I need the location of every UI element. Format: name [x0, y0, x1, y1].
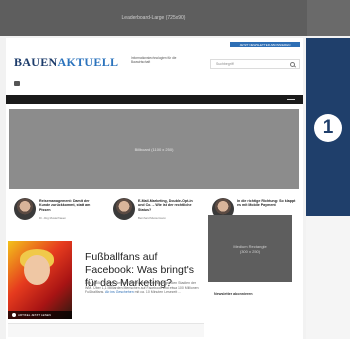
- billboard-ad[interactable]: Billboard (1100 x 250): [9, 109, 299, 189]
- leaderboard-ad[interactable]: Leaderboard-Large (725x90): [0, 0, 307, 36]
- teaser-author: Dr. Jörg Musterfrauen: [39, 216, 67, 220]
- main-navigation[interactable]: [6, 95, 303, 104]
- skyscraper-panel: 1: [306, 38, 350, 216]
- teaser-title[interactable]: E-Mail-Marketing, Double-Opt-in und Co. …: [138, 199, 200, 212]
- teaser-author: Bernhard Mustermann: [138, 216, 166, 220]
- site-tagline: Informationstechnologien für die Bauwirt…: [131, 56, 177, 64]
- website-frame: JETZT NEWSLETTER ABONNIEREN BAUENAKTUELL…: [6, 38, 303, 339]
- page: Leaderboard-Large (725x90) 1 JETZT NEWSL…: [0, 0, 350, 339]
- read-more-link[interactable]: Ab ins Geschehen: [105, 290, 134, 294]
- site-header: JETZT NEWSLETTER ABONNIEREN BAUENAKTUELL…: [6, 38, 303, 94]
- author-avatar: [14, 198, 36, 220]
- teaser-card[interactable]: Reisemanagement: Damit der Kunde zurückk…: [8, 194, 105, 234]
- top-right-strip: [307, 0, 350, 36]
- feature-image[interactable]: [8, 241, 72, 319]
- site-logo[interactable]: BAUENAKTUELL: [14, 55, 118, 70]
- ticker-strip: [8, 323, 204, 337]
- arrow-icon: [12, 313, 16, 317]
- newsletter-heading: Newsletter abonnieren: [214, 292, 253, 296]
- search-placeholder: Suchbegriff: [216, 62, 234, 66]
- teaser-card[interactable]: E-Mail-Marketing, Double-Opt-in und Co. …: [107, 194, 204, 234]
- image-face: [24, 255, 50, 285]
- search-icon[interactable]: [290, 62, 295, 67]
- menu-icon[interactable]: [287, 99, 295, 100]
- logo-part-aktuell: AKTUELL: [57, 55, 119, 69]
- feature-article: ARTIKEL JETZT LESEN Fußballfans auf Face…: [6, 239, 206, 339]
- feature-body-end: mit ca. 10 Minuten Lesezeit ...: [133, 290, 182, 295]
- newsletter-button[interactable]: JETZT NEWSLETTER ABONNIEREN: [230, 42, 300, 47]
- read-article-button[interactable]: ARTIKEL JETZT LESEN: [8, 311, 72, 319]
- search-input[interactable]: Suchbegriff: [210, 59, 300, 69]
- number-badge: 1: [314, 114, 342, 142]
- author-avatar: [113, 198, 135, 220]
- right-background: [306, 216, 350, 339]
- teaser-title[interactable]: Reisemanagement: Damit der Kunde zurückk…: [39, 199, 101, 212]
- feature-body: Das größte Soziale Netzwerk ist in der L…: [85, 281, 203, 295]
- teaser-title[interactable]: In die richtige Richtung: So klappt es m…: [237, 199, 299, 208]
- logo-part-bauen: BAUEN: [14, 55, 58, 69]
- medium-rectangle-ad[interactable]: Medium Rectangle (300 x 250): [208, 215, 292, 282]
- read-article-label: ARTIKEL JETZT LESEN: [18, 313, 51, 317]
- print-icon[interactable]: [14, 81, 20, 86]
